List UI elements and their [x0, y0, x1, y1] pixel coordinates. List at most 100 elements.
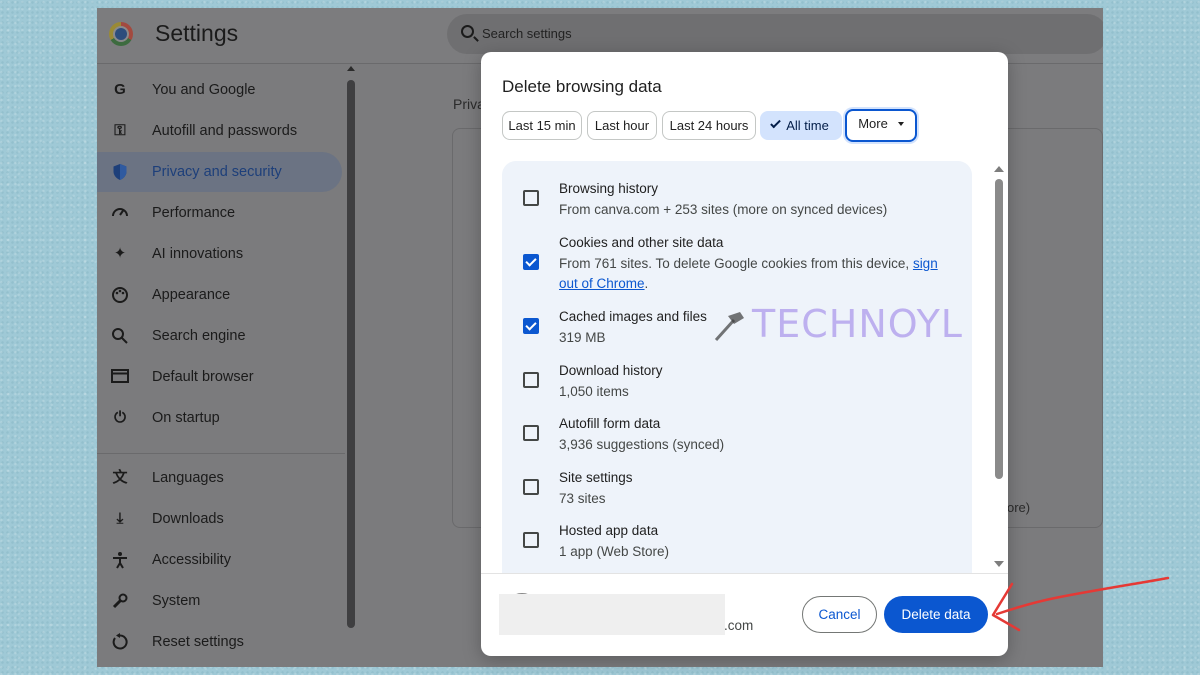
reset-icon [111, 633, 129, 651]
checkbox-site-settings[interactable] [523, 479, 539, 495]
search-icon [461, 25, 474, 38]
chip-label: All time [786, 118, 829, 133]
check-icon [770, 117, 781, 129]
item-description: 1,050 items [559, 384, 629, 399]
google-g-icon: G [114, 81, 126, 98]
item-label: Autofill form data [559, 416, 661, 431]
item-description-end: . [644, 276, 649, 291]
search-icon [111, 327, 129, 345]
delete-data-button[interactable]: Delete data [884, 596, 988, 633]
sidebar-item-autofill[interactable]: ⚿ Autofill and passwords [97, 111, 342, 151]
sidebar-divider [97, 453, 345, 454]
item-label: Cookies and other site data [559, 235, 724, 250]
sparkle-icon: ✦ [113, 245, 127, 262]
sidebar-item-languages[interactable]: 文 Languages [97, 458, 342, 498]
sidebar-item-appearance[interactable]: Appearance [97, 275, 342, 315]
item-label: Hosted app data [559, 523, 659, 538]
list-scrollbar-thumb[interactable] [995, 179, 1003, 479]
chip-more-dropdown[interactable]: More [845, 109, 917, 142]
accessibility-icon [111, 551, 129, 569]
sidebar-item-label: Reset settings [152, 634, 244, 650]
checkbox-browsing-history[interactable] [523, 190, 539, 206]
sidebar-item-search-engine[interactable]: Search engine [97, 316, 342, 356]
sidebar-item-performance[interactable]: Performance [97, 193, 342, 233]
dropdown-caret-icon [897, 122, 904, 126]
list-scroll-up-icon[interactable] [994, 166, 1004, 172]
sidebar-item-downloads[interactable]: ⤓ Downloads [97, 499, 342, 539]
item-label: Download history [559, 363, 663, 378]
sidebar-item-on-startup[interactable]: ⏻ On startup [97, 398, 342, 438]
chip-label: Last hour [594, 118, 650, 133]
chip-label: More [858, 116, 888, 131]
cancel-button[interactable]: Cancel [802, 596, 877, 633]
watermark-text: TECHNOYL [752, 302, 963, 346]
chip-last-15-min[interactable]: Last 15 min [502, 111, 582, 140]
chip-label: Last 24 hours [669, 118, 749, 133]
chip-all-time[interactable]: All time [760, 111, 842, 140]
sidebar-scroll-up-icon[interactable] [347, 66, 355, 71]
sidebar-item-you-and-google[interactable]: G You and Google [97, 70, 342, 110]
sidebar-item-label: Appearance [152, 287, 231, 303]
sign-out-link-continued[interactable]: out of Chrome [559, 276, 645, 291]
account-email-redacted [499, 594, 725, 635]
sidebar-item-label: On startup [152, 410, 220, 426]
red-annotation-arrow [991, 576, 1170, 632]
item-description: 3,936 suggestions (synced) [559, 437, 725, 452]
chrome-logo-icon [109, 22, 133, 46]
sidebar-item-label: System [152, 593, 201, 609]
sidebar-item-label: Downloads [152, 511, 224, 527]
chip-last-24-hours[interactable]: Last 24 hours [662, 111, 756, 140]
item-description: 1 app (Web Store) [559, 544, 670, 559]
sidebar-item-label: Default browser [152, 369, 254, 385]
speedometer-icon [111, 204, 129, 222]
checkbox-cached-images[interactable] [523, 318, 539, 334]
sidebar-item-default-browser[interactable]: Default browser [97, 357, 342, 397]
sidebar-item-label: Accessibility [152, 552, 231, 568]
item-label: Site settings [559, 470, 633, 485]
shield-icon [111, 163, 129, 181]
sidebar-item-label: Performance [152, 205, 236, 221]
checkbox-download-history[interactable] [523, 372, 539, 388]
search-placeholder: Search settings [482, 26, 572, 41]
dialog-title: Delete browsing data [502, 77, 662, 96]
item-description: From 761 sites. To delete Google cookies… [559, 256, 910, 271]
sidebar-item-label: Autofill and passwords [152, 123, 298, 139]
item-description: From canva.com + 253 sites (more on sync… [559, 202, 888, 217]
sidebar-item-label: AI innovations [152, 246, 244, 262]
palette-icon [111, 286, 129, 304]
content-peek-text: ore) [1007, 500, 1031, 515]
sidebar-scrollbar[interactable] [347, 80, 355, 628]
footer-divider [481, 573, 1008, 574]
item-label: Cached images and files [559, 309, 707, 324]
power-icon: ⏻ [114, 409, 126, 426]
page-title: Settings [155, 20, 239, 46]
sidebar-item-label: Privacy and security [152, 164, 282, 180]
sidebar-item-reset-settings[interactable]: Reset settings [97, 622, 342, 662]
watermark-hammer-icon [714, 312, 744, 342]
sidebar-item-label: Search engine [152, 328, 246, 344]
chip-last-hour[interactable]: Last hour [587, 111, 657, 140]
search-settings-input[interactable]: Search settings [447, 14, 1103, 54]
download-icon: ⤓ [116, 510, 124, 527]
checkbox-cookies[interactable] [523, 254, 539, 270]
wrench-icon [111, 592, 129, 610]
key-icon: ⚿ [114, 122, 126, 139]
sign-out-link[interactable]: sign [913, 256, 938, 271]
sidebar-item-ai-innovations[interactable]: ✦ AI innovations [97, 234, 342, 274]
item-description: 319 MB [559, 330, 606, 345]
translate-icon: 文 [112, 469, 128, 486]
account-email-suffix: .com [724, 618, 754, 633]
sidebar-item-system[interactable]: System [97, 581, 342, 621]
sidebar-item-accessibility[interactable]: Accessibility [97, 540, 342, 580]
list-scroll-down-icon[interactable] [994, 561, 1004, 567]
checkbox-hosted-app-data[interactable] [523, 532, 539, 548]
sidebar-item-label: You and Google [152, 82, 256, 98]
browser-window-icon [111, 368, 129, 386]
sidebar-item-label: Languages [152, 470, 224, 486]
delete-browsing-data-dialog: Delete browsing data Last 15 min Last ho… [481, 52, 1008, 656]
sidebar-item-privacy[interactable]: Privacy and security [97, 152, 342, 192]
data-types-list: Browsing history From canva.com + 253 si… [502, 161, 972, 573]
item-description: 73 sites [559, 491, 606, 506]
item-label: Browsing history [559, 181, 659, 196]
checkbox-autofill-form-data[interactable] [523, 425, 539, 441]
